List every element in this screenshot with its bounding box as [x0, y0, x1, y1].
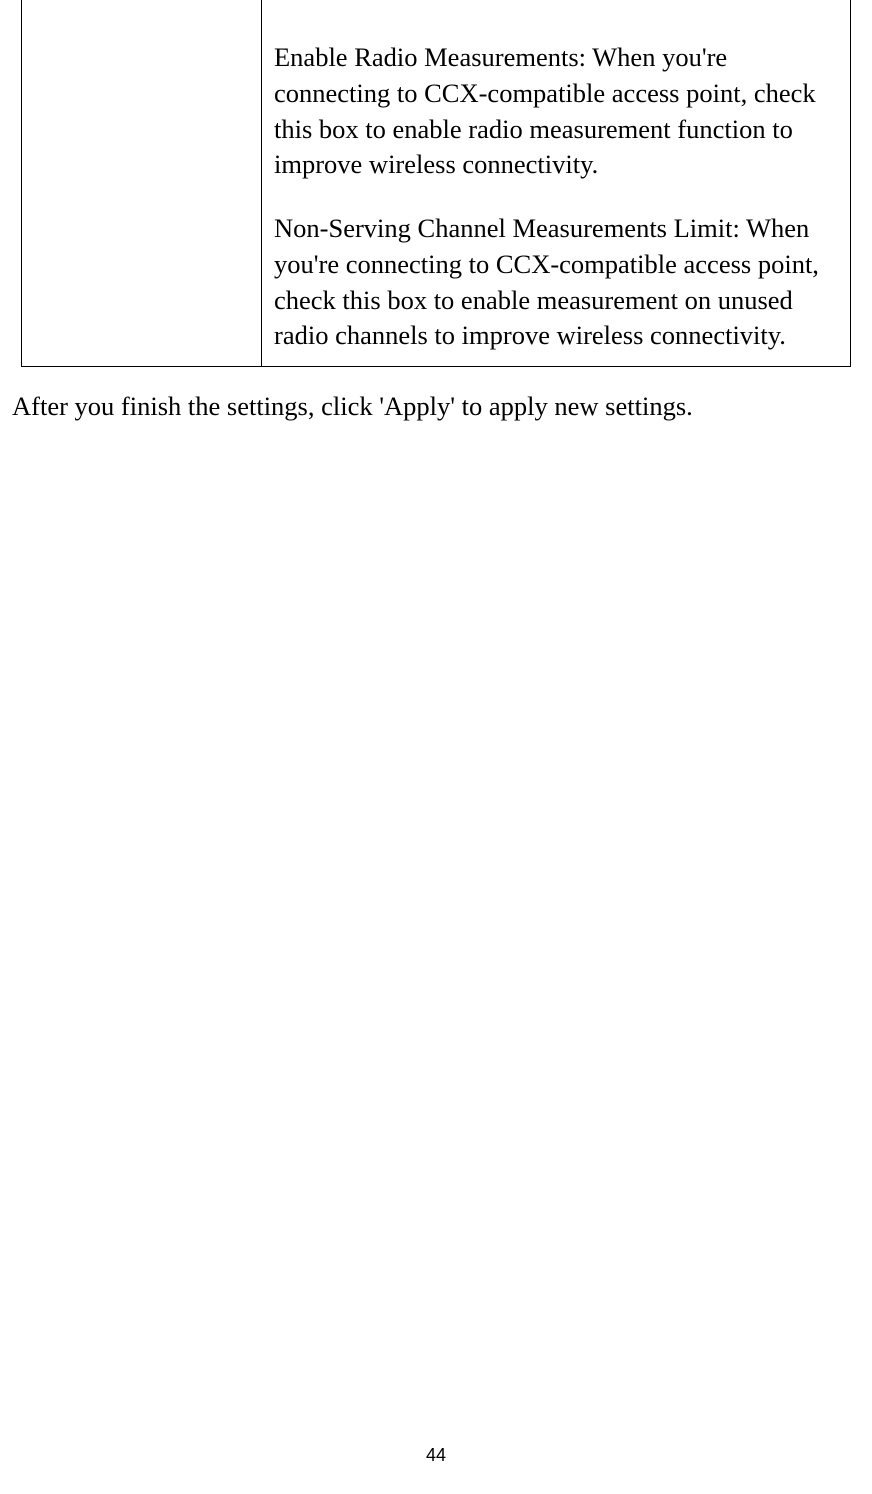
table-left-cell: [22, 0, 262, 367]
table-row: Enable Radio Measurements: When you're c…: [22, 0, 851, 367]
page-content: Enable Radio Measurements: When you're c…: [0, 0, 872, 425]
table-right-cell: Enable Radio Measurements: When you're c…: [262, 0, 851, 367]
enable-radio-measurements-text: Enable Radio Measurements: When you're c…: [274, 40, 838, 183]
settings-table: Enable Radio Measurements: When you're c…: [21, 0, 851, 367]
spacer: [274, 12, 838, 40]
spacer: [274, 183, 838, 211]
non-serving-channel-text: Non-Serving Channel Measurements Limit: …: [274, 211, 838, 354]
page-number: 44: [0, 1445, 872, 1466]
apply-instruction-text: After you finish the settings, click 'Ap…: [12, 389, 872, 425]
